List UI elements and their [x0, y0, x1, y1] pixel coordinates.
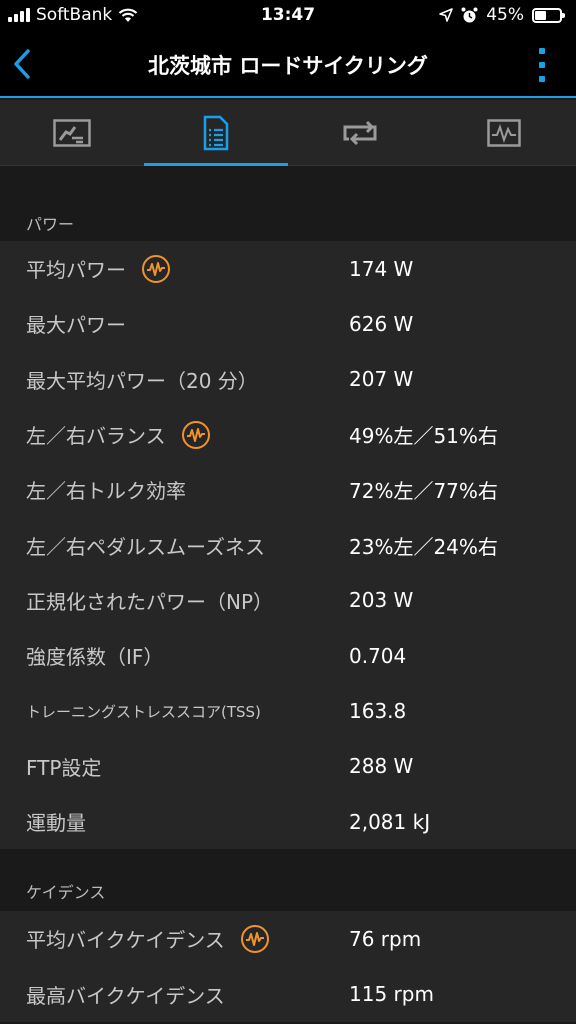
chevron-left-icon: [14, 49, 30, 79]
stat-label-text: 左／右ペダルスムーズネス: [26, 534, 265, 559]
more-menu-button[interactable]: [536, 48, 548, 82]
stat-value: 115 rpm: [349, 982, 434, 1007]
stat-label-text: 強度係数（IF）: [26, 645, 164, 670]
stat-label-text: 左／右バランス: [26, 424, 166, 449]
stat-row: 平均パワー 174 W: [0, 241, 576, 296]
loop-icon: [343, 120, 377, 145]
stat-label: 左／右トルク効率: [26, 475, 186, 504]
location-arrow-icon: [439, 8, 454, 22]
stat-label: トレーニングストレススコア(TSS): [26, 701, 261, 722]
stat-label: 最大パワー: [26, 309, 126, 338]
stat-value: 72%左／77%右: [349, 479, 498, 504]
more-dot-icon: [539, 62, 545, 68]
power-meter-icon: [181, 420, 210, 449]
stat-label: FTP設定: [26, 752, 101, 781]
stat-value: 23%左／24%右: [349, 534, 498, 559]
stat-value: 0.704: [349, 643, 407, 668]
power-meter-icon: [142, 254, 170, 283]
stat-value: 174 W: [349, 256, 414, 281]
power-list: 平均パワー 174 W 最大パワー 626 W 最大平均パワー（20 分） 207 W 左／…: [0, 241, 576, 850]
stat-value: 203 W: [349, 588, 414, 613]
battery-icon: [532, 7, 565, 23]
stat-label-text: 最大平均パワー（20 分）: [26, 368, 258, 393]
stat-label: 平均バイクケイデンス: [26, 924, 269, 953]
stat-row: 最大パワー 626 W: [0, 296, 576, 351]
stat-label-text: FTP設定: [26, 755, 102, 780]
alarm-icon: [461, 7, 478, 22]
stat-label-text: 平均バイクケイデンス: [26, 928, 225, 953]
stat-label: 正規化されたパワー（NP）: [26, 586, 273, 615]
stat-label-text: 正規化されたパワー（NP）: [26, 589, 274, 614]
battery-percent: 45%: [486, 5, 524, 25]
power-meter-icon: [240, 924, 269, 953]
stat-row: 最大平均パワー（20 分） 207 W: [0, 352, 576, 407]
stat-label: 運動量: [26, 807, 86, 836]
stat-label-text: 左／右トルク効率: [26, 479, 186, 504]
detail-content[interactable]: パワー 平均パワー 174 W 最大パワー 626 W 最大平均パワー（20 分） 207…: [0, 167, 576, 1024]
stat-value: 288 W: [349, 754, 414, 779]
stat-row: 左／右トルク効率 72%左／77%右: [0, 462, 576, 517]
stat-label: 最高バイクケイデンス: [26, 980, 225, 1009]
section-title-power: パワー: [26, 215, 75, 234]
stat-label: 平均パワー: [26, 254, 170, 283]
stat-row: トレーニングストレススコア(TSS) 163.8: [0, 683, 576, 738]
stat-row: FTP設定 288 W: [0, 739, 576, 794]
document-list-icon: [203, 115, 229, 150]
app-header: 北茨城市 ロードサイクリング: [0, 32, 576, 98]
stat-row: 最高バイクケイデンス 115 rpm: [0, 967, 576, 1022]
stat-row: 強度係数（IF） 0.704: [0, 628, 576, 683]
stat-value: 2,081 kJ: [349, 809, 431, 834]
tab-charts[interactable]: [432, 100, 576, 165]
page-title: 北茨城市 ロードサイクリング: [148, 54, 428, 78]
stat-label-text: トレーニングストレススコア(TSS): [26, 702, 261, 721]
status-right: 45%: [439, 5, 565, 25]
section-title-cadence: ケイデンス: [26, 883, 106, 903]
stat-value: 49%左／51%右: [349, 424, 498, 449]
stat-row: 平均バイクケイデンス 76 rpm: [0, 911, 576, 966]
stat-row: 正規化されたパワー（NP） 203 W: [0, 573, 576, 628]
stat-row: 左／右ペダルスムーズネス 23%左／24%右: [0, 517, 576, 572]
stat-label: 強度係数（IF）: [26, 641, 163, 670]
gauge-icon: [53, 118, 91, 147]
cadence-list: 平均バイクケイデンス 76 rpm 最高バイクケイデンス 115 rpm: [0, 911, 576, 1022]
chart-icon: [487, 118, 521, 147]
tab-overview[interactable]: [0, 100, 144, 165]
tab-laps[interactable]: [288, 100, 432, 165]
stat-value: 163.8: [349, 699, 407, 724]
back-button[interactable]: [8, 46, 40, 82]
stat-value: 207 W: [349, 367, 414, 392]
stat-label-text: 最高バイクケイデンス: [26, 983, 225, 1008]
battery-fill: [535, 10, 546, 20]
stat-label-text: 平均パワー: [26, 258, 126, 283]
stat-label-text: 最大パワー: [26, 313, 126, 338]
stat-value: 626 W: [349, 311, 414, 336]
stat-value: 76 rpm: [349, 926, 422, 951]
tab-bar: [0, 100, 576, 166]
more-dot-icon: [539, 48, 545, 54]
more-dot-icon: [539, 76, 545, 82]
stat-row: 左／右バランス 49%左／51%右: [0, 407, 576, 462]
tab-details[interactable]: [144, 100, 288, 166]
status-bar: SoftBank 13:47 45%: [0, 0, 576, 32]
stat-label-text: 運動量: [26, 811, 86, 836]
stat-row: 運動量 2,081 kJ: [0, 794, 576, 849]
stat-label: 最大平均パワー（20 分）: [26, 365, 258, 394]
stat-label: 左／右バランス: [26, 420, 210, 449]
stat-label: 左／右ペダルスムーズネス: [26, 531, 265, 560]
